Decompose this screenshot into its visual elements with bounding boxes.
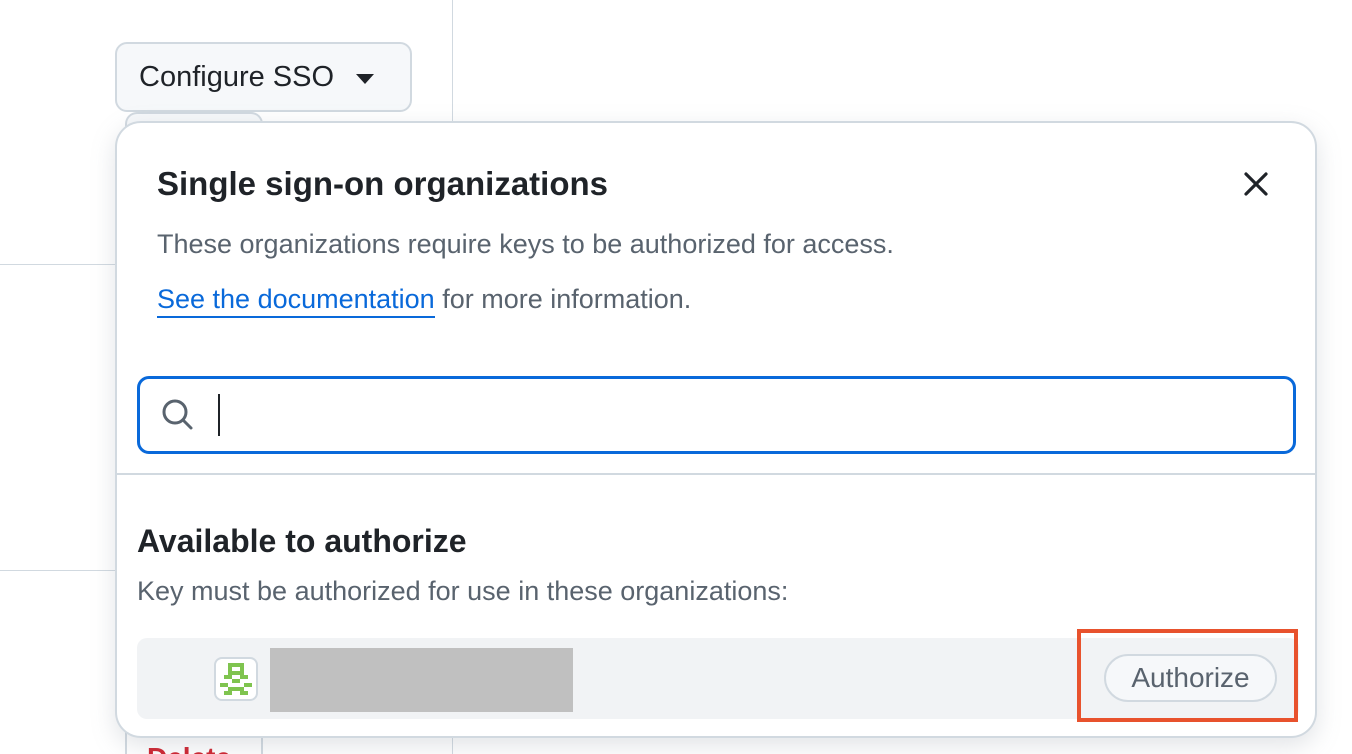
documentation-link[interactable]: See the documentation xyxy=(157,284,435,318)
search-input[interactable] xyxy=(224,385,1293,445)
page: Configure SSO Delete Single sign-on orga… xyxy=(0,0,1352,754)
organization-search-field[interactable] xyxy=(137,376,1296,454)
documentation-suffix: for more information. xyxy=(434,284,692,314)
close-button[interactable] xyxy=(1239,167,1273,201)
close-icon xyxy=(1244,172,1268,196)
documentation-line: See the documentation for more informati… xyxy=(157,284,692,318)
identicon xyxy=(220,663,252,695)
authorize-button[interactable]: Authorize xyxy=(1104,654,1277,702)
dialog-divider xyxy=(117,473,1315,475)
authorize-label: Authorize xyxy=(1131,662,1250,693)
organization-name-redacted xyxy=(270,648,573,712)
dialog-description: These organizations require keys to be a… xyxy=(157,229,894,259)
search-icon xyxy=(162,399,193,430)
organization-row: Authorize xyxy=(137,638,1299,719)
section-title: Available to authorize xyxy=(137,523,467,559)
org-avatar-icon xyxy=(214,657,258,701)
delete-label: Delete xyxy=(147,742,231,754)
section-subtitle: Key must be authorized for use in these … xyxy=(137,576,789,606)
caret-down-icon xyxy=(356,74,375,84)
sso-organizations-dialog: Single sign-on organizations These organ… xyxy=(115,121,1317,738)
configure-sso-button[interactable]: Configure SSO xyxy=(115,42,412,112)
dialog-title: Single sign-on organizations xyxy=(157,165,609,202)
text-cursor xyxy=(218,394,220,436)
configure-sso-label: Configure SSO xyxy=(139,60,335,93)
